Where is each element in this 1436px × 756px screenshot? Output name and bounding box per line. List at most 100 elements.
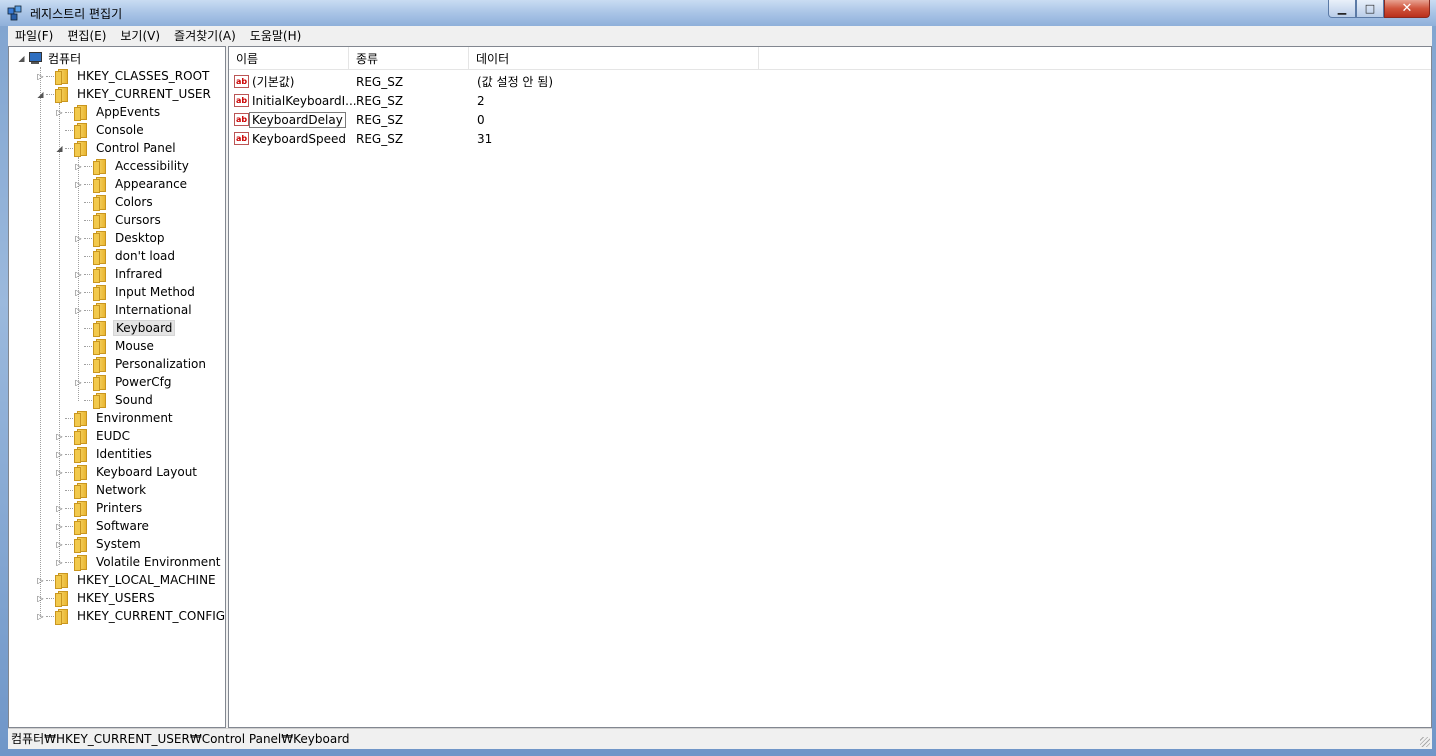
expand-arrow-icon[interactable]: ▷ <box>55 427 64 445</box>
value-row[interactable]: ab (기본값) REG_SZ (값 설정 안 됨) <box>229 73 1431 92</box>
string-value-icon: ab <box>234 113 249 126</box>
collapse-arrow-icon[interactable]: ◢ <box>17 49 26 67</box>
value-name: InitialKeyboardI... <box>252 94 357 108</box>
tree-node[interactable]: ▷ System <box>55 535 143 553</box>
close-button[interactable]: ✕ <box>1384 0 1430 18</box>
tree-node[interactable]: Network <box>55 481 148 499</box>
tree-node-label: Environment <box>96 411 173 425</box>
expand-arrow-icon[interactable]: ▷ <box>55 499 64 517</box>
folder-icon <box>93 231 109 247</box>
folder-icon <box>74 411 90 427</box>
expand-arrow-icon[interactable]: ▷ <box>74 283 83 301</box>
expand-arrow-icon[interactable]: ▷ <box>55 535 64 553</box>
expand-arrow-icon[interactable]: ▷ <box>74 301 83 319</box>
tree-node-label: Input Method <box>115 285 195 299</box>
client-area: ◢ 컴퓨터 ▷ HKEY_CLASSES_ROOT ◢ HKEY_CURRENT… <box>8 46 1432 728</box>
tree-node-label: HKEY_USERS <box>77 591 155 605</box>
menu-edit[interactable]: 편집(E) <box>60 26 113 46</box>
tree-node[interactable]: ▷ EUDC <box>55 427 132 445</box>
tree-node-label: Console <box>96 123 144 137</box>
tree-node[interactable]: ▷ Printers <box>55 499 144 517</box>
tree-node[interactable]: Sound <box>74 391 155 409</box>
tree-node[interactable]: ▷ International <box>74 301 194 319</box>
folder-icon <box>93 393 109 409</box>
values-list[interactable]: 이름 종류 데이터 ab (기본값) REG_SZ (값 설정 안 됨) ab … <box>228 46 1432 728</box>
value-row[interactable]: ab InitialKeyboardI... REG_SZ 2 <box>229 92 1431 111</box>
expand-arrow-icon[interactable]: ▷ <box>74 175 83 193</box>
tree-node-label: Accessibility <box>115 159 189 173</box>
folder-icon <box>93 375 109 391</box>
registry-tree[interactable]: ◢ 컴퓨터 ▷ HKEY_CLASSES_ROOT ◢ HKEY_CURRENT… <box>8 46 226 728</box>
tree-node-label: Colors <box>115 195 153 209</box>
folder-icon <box>93 285 109 301</box>
expand-arrow-icon[interactable]: ▷ <box>36 607 45 625</box>
tree-node[interactable]: ▷ PowerCfg <box>74 373 174 391</box>
expand-arrow-icon[interactable]: ▷ <box>74 229 83 247</box>
tree-node[interactable]: ▷ Accessibility <box>74 157 191 175</box>
tree-node[interactable]: ▷ Software <box>55 517 151 535</box>
tree-node-label: HKEY_CLASSES_ROOT <box>77 69 210 83</box>
expand-arrow-icon[interactable]: ▷ <box>55 553 64 571</box>
expand-arrow-icon[interactable]: ▷ <box>55 517 64 535</box>
column-name-header[interactable]: 이름 <box>229 47 349 69</box>
menu-view[interactable]: 보기(V) <box>113 26 167 46</box>
tree-node-control-panel[interactable]: ◢ Control Panel <box>55 139 178 157</box>
collapse-arrow-icon[interactable]: ◢ <box>36 85 45 103</box>
tree-node[interactable]: ▷ Appearance <box>74 175 189 193</box>
tree-node-hkcc[interactable]: ▷ HKEY_CURRENT_CONFIG <box>36 607 225 625</box>
tree-node-computer[interactable]: ◢ 컴퓨터 <box>17 49 83 67</box>
expand-arrow-icon[interactable]: ▷ <box>55 103 64 121</box>
expand-arrow-icon[interactable]: ▷ <box>74 265 83 283</box>
tree-node[interactable]: ▷ AppEvents <box>55 103 162 121</box>
expand-arrow-icon[interactable]: ▷ <box>74 157 83 175</box>
menu-file[interactable]: 파일(F) <box>8 26 60 46</box>
expand-arrow-icon[interactable]: ▷ <box>36 67 45 85</box>
tree-node[interactable]: ▷ Input Method <box>74 283 197 301</box>
tree-node[interactable]: ▷ Desktop <box>74 229 167 247</box>
tree-node-label: Infrared <box>115 267 163 281</box>
tree-node[interactable]: ▷ Identities <box>55 445 154 463</box>
value-row-focused[interactable]: ab KeyboardDelay REG_SZ 0 <box>229 111 1431 130</box>
window-title: 레지스트리 편집기 <box>30 7 123 21</box>
tree-node-label: Keyboard <box>113 320 176 336</box>
tree-node-hkcu[interactable]: ◢ HKEY_CURRENT_USER <box>36 85 213 103</box>
tree-node-hkcr[interactable]: ▷ HKEY_CLASSES_ROOT <box>36 67 211 85</box>
tree-node[interactable]: ▷ Keyboard Layout <box>55 463 199 481</box>
column-data-header[interactable]: 데이터 <box>469 47 759 69</box>
tree-node-label: 컴퓨터 <box>48 51 82 66</box>
tree-node[interactable]: don't load <box>74 247 177 265</box>
menu-favorites[interactable]: 즐겨찾기(A) <box>167 26 243 46</box>
menu-help[interactable]: 도움말(H) <box>243 26 309 46</box>
computer-icon <box>26 51 42 65</box>
resize-grip-icon[interactable] <box>1420 737 1430 747</box>
tree-node[interactable]: Mouse <box>74 337 156 355</box>
value-data: 31 <box>477 132 493 146</box>
tree-node[interactable]: Environment <box>55 409 175 427</box>
tree-node-keyboard[interactable]: Keyboard <box>74 319 176 337</box>
expand-arrow-icon[interactable]: ▷ <box>55 463 64 481</box>
expand-arrow-icon[interactable]: ▷ <box>36 571 45 589</box>
tree-node[interactable]: ▷ Volatile Environment <box>55 553 223 571</box>
expand-arrow-icon[interactable]: ▷ <box>36 589 45 607</box>
tree-node-hku[interactable]: ▷ HKEY_USERS <box>36 589 157 607</box>
tree-node[interactable]: ▷ Infrared <box>74 265 164 283</box>
folder-icon <box>93 213 109 229</box>
folder-icon <box>93 195 109 211</box>
tree-node[interactable]: Cursors <box>74 211 163 229</box>
folder-icon <box>93 249 109 265</box>
tree-node[interactable]: Console <box>55 121 146 139</box>
tree-node-hklm[interactable]: ▷ HKEY_LOCAL_MACHINE <box>36 571 218 589</box>
expand-arrow-icon[interactable]: ▷ <box>74 373 83 391</box>
expand-arrow-icon[interactable]: ▷ <box>55 445 64 463</box>
collapse-arrow-icon[interactable]: ◢ <box>55 139 64 157</box>
tree-node[interactable]: Colors <box>74 193 155 211</box>
tree-node-label: HKEY_CURRENT_USER <box>77 87 211 101</box>
minimize-button[interactable]: ▁ <box>1328 0 1356 18</box>
maximize-button[interactable]: □ <box>1356 0 1384 18</box>
tree-node-label: Desktop <box>115 231 165 245</box>
value-row[interactable]: ab KeyboardSpeed REG_SZ 31 <box>229 130 1431 149</box>
folder-icon <box>74 105 90 121</box>
folder-icon <box>55 573 71 589</box>
tree-node[interactable]: Personalization <box>74 355 208 373</box>
column-type-header[interactable]: 종류 <box>349 47 469 69</box>
